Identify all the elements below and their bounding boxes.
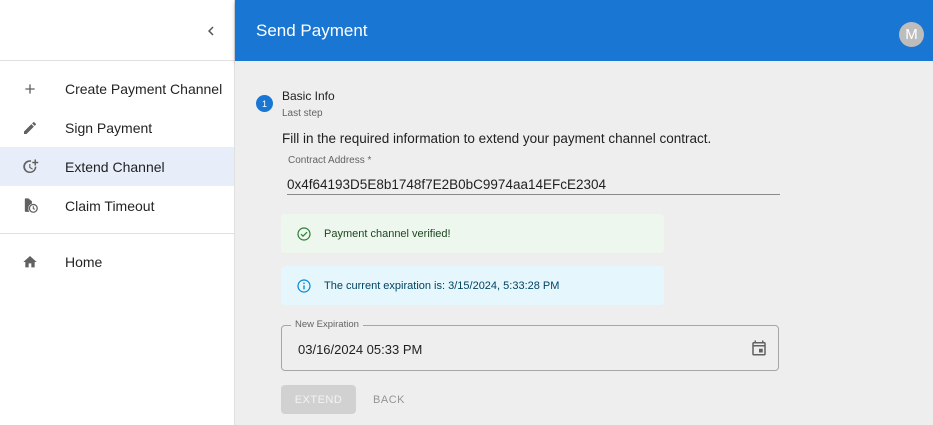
form-instructions: Fill in the required information to exte…: [282, 131, 712, 146]
step-number-badge: 1: [256, 95, 273, 112]
sidebar-item-create-payment-channel[interactable]: Create Payment Channel: [0, 69, 234, 108]
sidebar-item-label: Extend Channel: [65, 158, 165, 175]
home-icon: [21, 253, 39, 271]
sidebar-divider: [0, 233, 234, 234]
avatar[interactable]: M: [899, 22, 924, 47]
app-bar: Send Payment M: [235, 0, 933, 61]
check-circle-icon: [296, 226, 312, 242]
sidebar-item-claim-timeout[interactable]: Claim Timeout: [0, 186, 234, 225]
new-expiration-label: New Expiration: [291, 319, 363, 330]
pencil-icon: [21, 119, 39, 137]
extend-button[interactable]: EXTEND: [281, 385, 356, 414]
sidebar-nav: Create Payment Channel Sign Payment Exte…: [0, 61, 234, 281]
page-title: Send Payment: [256, 21, 368, 40]
success-message: Payment channel verified!: [324, 227, 451, 240]
sidebar-item-label: Claim Timeout: [65, 197, 155, 214]
plus-icon: [21, 80, 39, 98]
step-subtitle: Last step: [282, 108, 323, 119]
chevron-left-icon[interactable]: [202, 22, 220, 40]
back-button[interactable]: BACK: [366, 385, 412, 414]
timer-icon: [21, 197, 39, 215]
contract-address-input[interactable]: [287, 173, 780, 195]
new-expiration-value[interactable]: 03/16/2024 05:33 PM: [298, 342, 422, 357]
calendar-icon[interactable]: [750, 339, 768, 357]
sidebar-item-label: Home: [65, 253, 103, 270]
info-icon: [296, 278, 312, 294]
info-alert: The current expiration is: 3/15/2024, 5:…: [281, 266, 664, 305]
sidebar-item-extend-channel[interactable]: Extend Channel: [0, 147, 234, 186]
sidebar-header: [0, 0, 234, 61]
sidebar-item-label: Sign Payment: [65, 119, 153, 136]
sidebar-item-sign-payment[interactable]: Sign Payment: [0, 108, 234, 147]
new-expiration-field[interactable]: New Expiration 03/16/2024 05:33 PM: [281, 319, 779, 371]
success-alert: Payment channel verified!: [281, 214, 664, 253]
sidebar-item-label: Create Payment Channel: [65, 80, 223, 97]
step-title: Basic Info: [282, 89, 335, 103]
sidebar: Create Payment Channel Sign Payment Exte…: [0, 0, 235, 425]
contract-address-label: Contract Address *: [288, 155, 372, 166]
contract-address-underline: [287, 194, 780, 195]
sidebar-item-home[interactable]: Home: [0, 242, 234, 281]
info-message: The current expiration is: 3/15/2024, 5:…: [324, 279, 560, 292]
main-content: 1 Basic Info Last step Fill in the requi…: [235, 61, 933, 425]
clock-plus-icon: [21, 158, 39, 176]
